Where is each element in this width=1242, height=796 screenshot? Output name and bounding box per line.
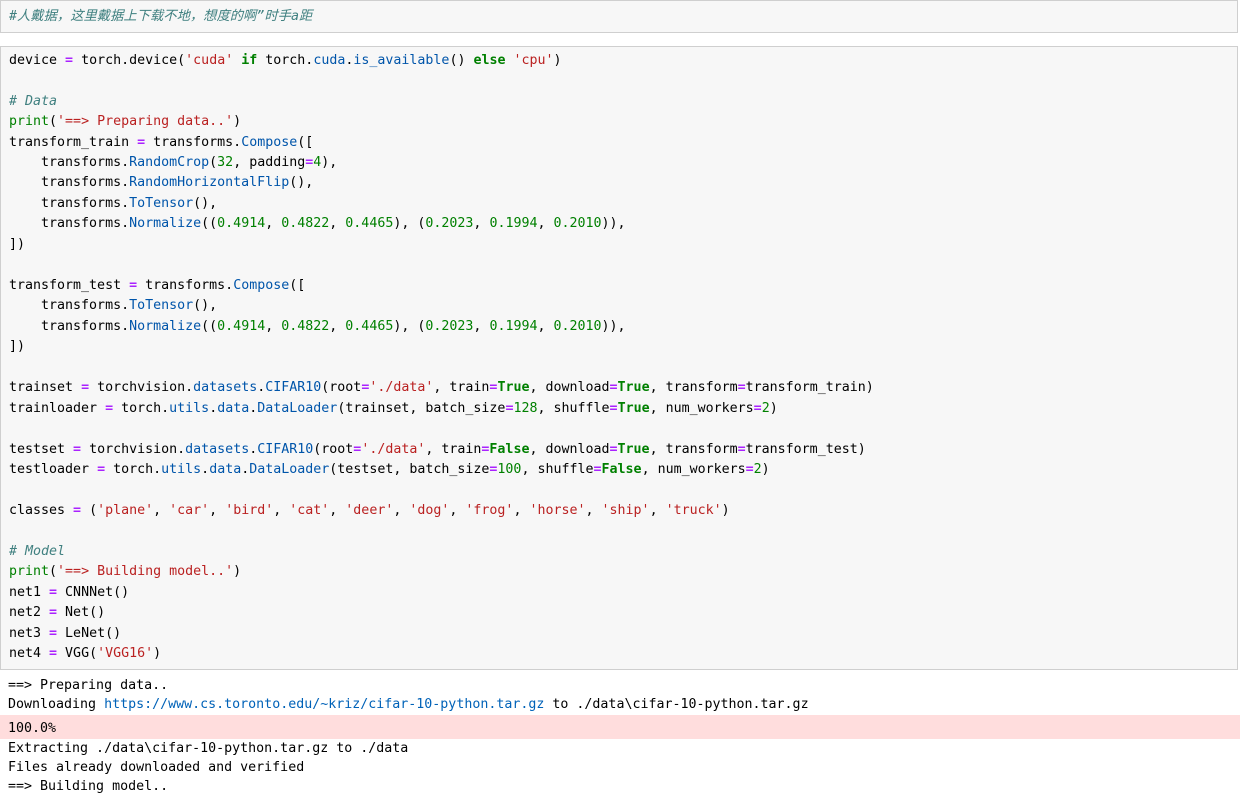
output-line: ==> Building model.. [8,779,169,794]
code-comment: # Model [9,544,66,559]
code-comment: # Data [9,94,58,109]
progress-text: 100.0% [8,721,57,736]
comment-text: #人戴据，这里戴据上下载不地，想度的啊”时手a距 [9,9,313,24]
output-line: Files already downloaded and verified [8,760,305,775]
code-line: testset = torchvision.datasets.CIFAR10(r… [9,442,866,457]
code-line: trainloader = torch.utils.data.DataLoade… [9,401,778,416]
code-cell[interactable]: device = torch.device('cuda' if torch.cu… [0,46,1238,670]
stderr-output [0,715,1240,739]
code-line: print('==> Preparing data..') [9,114,242,129]
output-line: Extracting ./data\cifar-10-python.tar.gz… [8,741,409,756]
output-line: Downloading https://www.cs.toronto.edu/~… [8,697,809,712]
code-line: net3 = LeNet() [9,626,122,641]
code-line: trainset = torchvision.datasets.CIFAR10(… [9,380,874,395]
code-line: classes = ('plane', 'car', 'bird', 'cat'… [9,503,730,518]
code-line: transforms.ToTensor(), [9,196,218,211]
code-line: ]) [9,237,26,252]
code-line: device = torch.device('cuda' if torch.cu… [9,53,562,68]
code-line: transforms.Normalize((0.4914, 0.4822, 0.… [9,319,626,334]
code-line: transforms.RandomHorizontalFlip(), [9,175,314,190]
code-line: transforms.Normalize((0.4914, 0.4822, 0.… [9,216,626,231]
code-line: transform_train = transforms.Compose([ [9,135,314,150]
code-line: testloader = torch.utils.data.DataLoader… [9,462,770,477]
code-line: ]) [9,339,26,354]
markdown-cell[interactable]: #人戴据，这里戴据上下载不地，想度的啊”时手a距 [0,0,1238,33]
code-line: transform_test = transforms.Compose([ [9,278,306,293]
output-line: ==> Preparing data.. [8,678,169,693]
code-line: print('==> Building model..') [9,564,242,579]
cell-output: ==> Preparing data.. Downloading https:/… [0,670,1242,794]
code-line: transforms.ToTensor(), [9,298,218,313]
code-line: net1 = CNNNet() [9,585,130,600]
download-link[interactable]: https://www.cs.toronto.edu/~kriz/cifar-1… [104,697,544,712]
code-line: transforms.RandomCrop(32, padding=4), [9,155,338,170]
code-line: net2 = Net() [9,605,106,620]
code-line: net4 = VGG('VGG16') [9,646,162,661]
